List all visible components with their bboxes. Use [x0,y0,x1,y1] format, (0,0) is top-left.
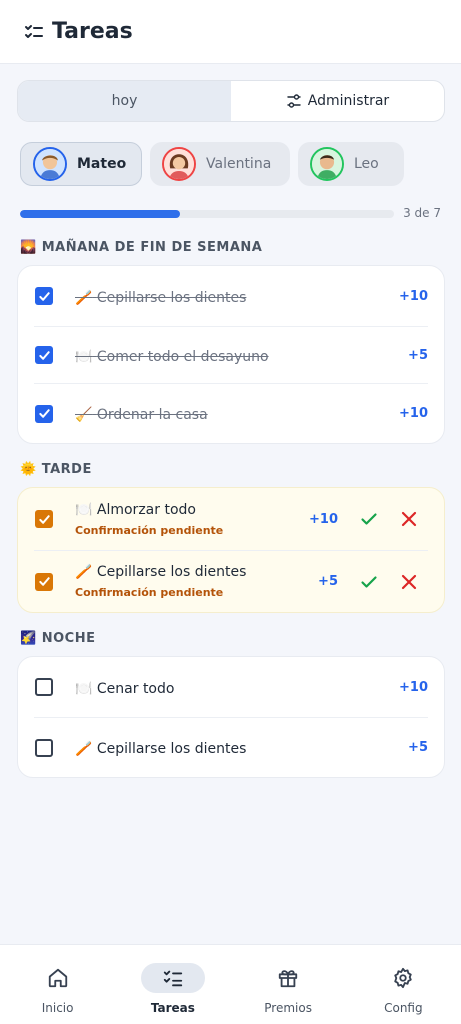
sunrise-icon: 🌄 [20,240,37,255]
plate-icon: 🍽️ [75,680,93,697]
task-checkbox[interactable] [35,287,53,305]
task-checkbox[interactable] [35,738,53,757]
task-name: Cenar todo [96,680,175,697]
top-app-bar: Tareas [0,0,461,64]
kid-selector: Mateo Valentina Leo [20,142,404,186]
section-heading-afternoon: 🌞 TARDE [20,462,92,477]
kid-name: Valentina [206,156,272,172]
sliders-icon [287,94,301,108]
toothbrush-icon: 🪥 [75,741,93,757]
tab-manage-label: Administrar [307,93,390,109]
sun-icon: 🌞 [20,462,37,477]
task-points: +5 [408,740,428,755]
bottom-navigation: Inicio Tareas Premios Config [0,944,461,1024]
section-heading-night: 🌠 NOCHE [20,631,96,646]
task-row[interactable]: 🪥 Cepillarse los dientes Confirmación pe… [34,551,428,612]
task-checkbox[interactable] [35,404,53,423]
task-card-morning: 🪥 Cepillarse los dientes +10 🍽️ Comer to… [17,265,445,444]
task-checkbox[interactable] [35,510,53,528]
task-points: +10 [399,288,428,304]
night-sky-icon: 🌠 [20,631,37,646]
task-card-afternoon: 🍽️ Almorzar todo Confirmación pendiente … [17,487,445,613]
nav-label: Premios [264,1001,312,1015]
broom-icon: 🧹 [75,407,93,423]
nav-item-inicio[interactable]: Inicio [0,945,115,1024]
approve-check-icon[interactable] [360,573,378,591]
nav-label: Inicio [41,1001,74,1015]
task-row[interactable]: 🍽️ Cenar todo +10 [34,657,428,718]
plate-icon: 🍽️ [75,348,93,365]
task-checkbox[interactable] [35,572,53,591]
section-heading-morning: 🌄 MAÑANA DE FIN DE SEMANA [20,240,263,255]
tab-today[interactable]: hoy [18,81,231,121]
progress-label: 3 de 7 [403,206,441,220]
task-points: +10 [399,406,428,421]
task-row[interactable]: 🪥 Cepillarse los dientes +10 [34,266,428,327]
plate-icon: 🍽️ [75,501,93,518]
task-row[interactable]: 🧹 Ordenar la casa +10 [34,384,428,443]
nav-item-tareas[interactable]: Tareas [115,945,230,1024]
task-row[interactable]: 🍽️ Comer todo el desayuno +5 [34,327,428,384]
task-row[interactable]: 🪥 Cepillarse los dientes +5 [34,718,428,777]
kid-name: Mateo [77,156,127,172]
task-points: +10 [399,679,428,695]
kid-name: Leo [354,156,379,172]
task-status: Confirmación pendiente [75,586,224,599]
checklist-icon [25,24,43,38]
approve-check-icon[interactable] [360,510,378,528]
reject-x-icon[interactable] [400,510,418,528]
task-points: +5 [318,574,338,589]
kid-chip-valentina[interactable]: Valentina [150,142,290,186]
gift-icon [278,970,298,988]
checklist-icon [163,970,183,987]
task-name: Cepillarse los dientes [96,564,247,580]
task-name: Comer todo el desayuno [96,348,269,365]
toothbrush-icon: 🪥 [75,564,93,580]
task-status: Confirmación pendiente [75,523,224,537]
task-name: Cepillarse los dientes [96,741,247,757]
task-name: Cepillarse los dientes [96,289,247,306]
task-name: Ordenar la casa [96,407,208,423]
task-points: +5 [408,347,428,363]
nav-item-premios[interactable]: Premios [231,945,346,1024]
task-name: Almorzar todo [96,501,196,518]
gear-icon [394,967,413,989]
task-checkbox[interactable] [35,678,53,696]
toothbrush-icon: 🪥 [75,289,93,306]
progress-fill [20,210,181,218]
avatar [33,147,67,181]
nav-item-config[interactable]: Config [346,945,461,1024]
reject-x-icon[interactable] [400,573,418,591]
nav-label: Tareas [150,1001,195,1015]
page-title: Tareas [52,19,133,44]
task-points: +10 [309,511,338,527]
tab-manage[interactable]: Administrar [231,81,444,121]
kid-chip-leo[interactable]: Leo [298,142,404,186]
nav-label: Config [384,1001,423,1015]
progress-bar [20,210,394,218]
kid-chip-mateo[interactable]: Mateo [20,142,142,186]
task-card-night: 🍽️ Cenar todo +10 🪥 Cepillarse los dient… [17,656,445,778]
avatar [310,147,344,181]
task-checkbox[interactable] [35,346,53,364]
task-row[interactable]: 🍽️ Almorzar todo Confirmación pendiente … [34,488,428,551]
tab-today-label: hoy [111,93,138,109]
avatar [162,147,196,181]
view-toggle: hoy Administrar [17,80,445,122]
home-icon [48,968,67,988]
